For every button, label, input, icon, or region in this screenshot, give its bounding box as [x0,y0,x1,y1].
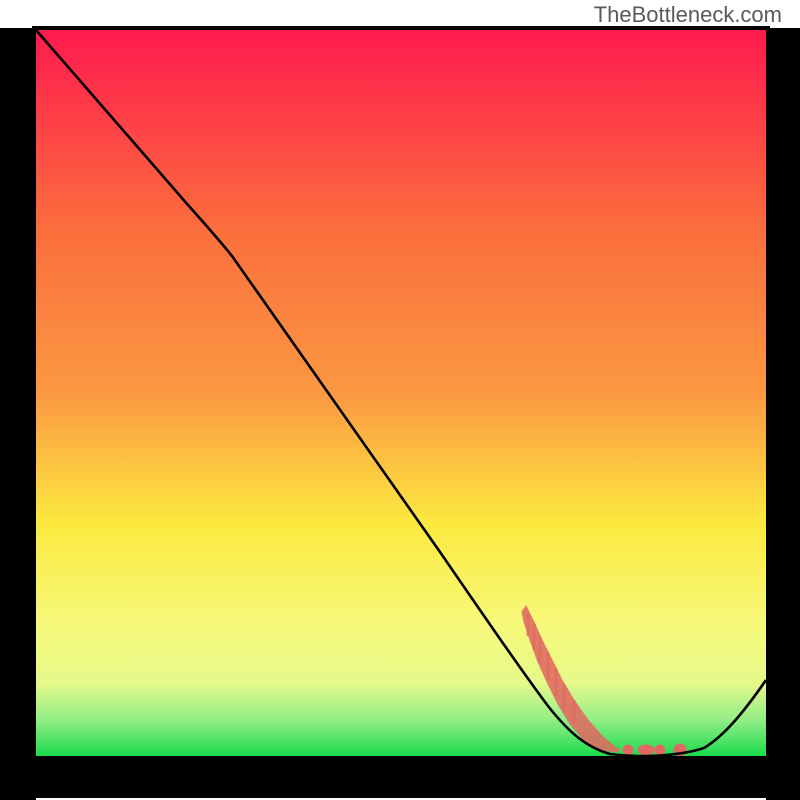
plot-area [36,30,766,756]
chart-svg [0,0,800,800]
gradient-background [36,30,766,756]
chart-frame: TheBottleneck.com [0,0,800,800]
